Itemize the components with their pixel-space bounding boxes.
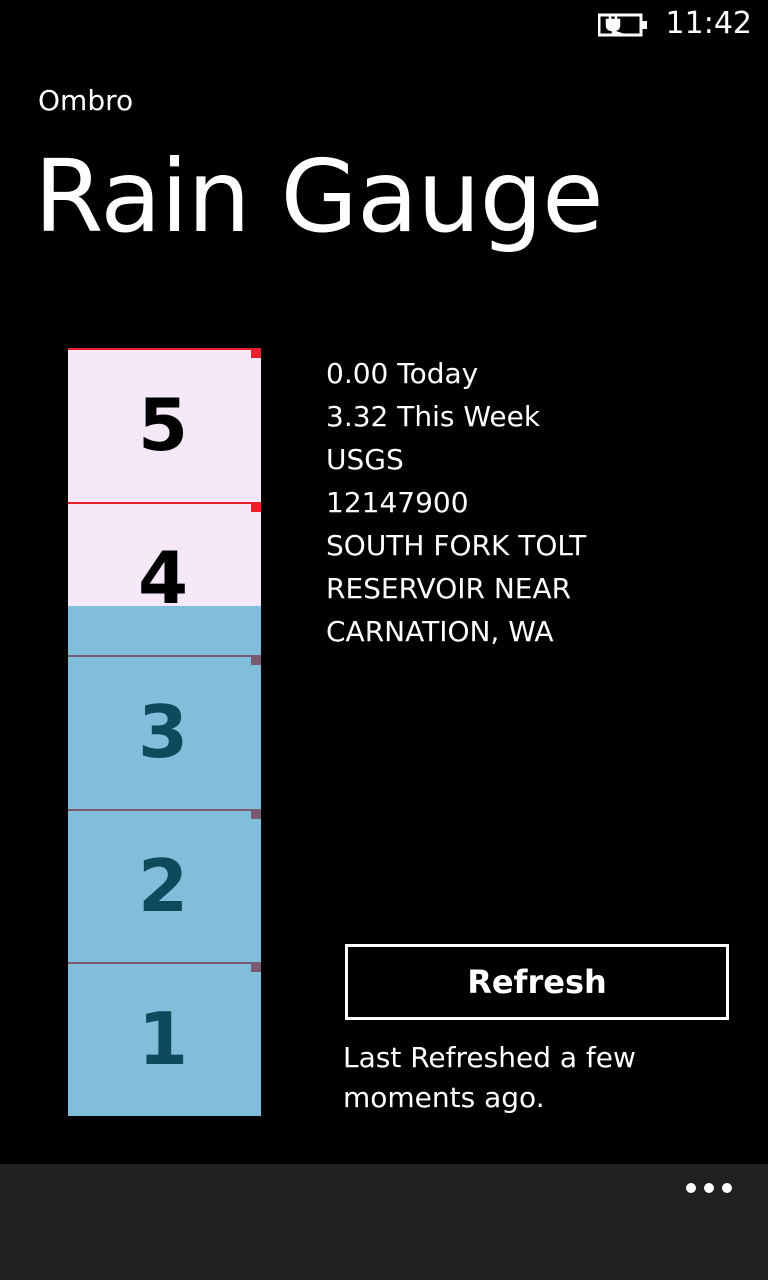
info-panel: 0.00 Today 3.32 This Week USGS 12147900 …	[326, 352, 746, 653]
last-refreshed-text: Last Refreshed a few moments ago.	[343, 1041, 636, 1114]
gauge-line-5	[68, 348, 261, 350]
app-title: Ombro	[38, 84, 134, 117]
gauge-line-3	[68, 655, 261, 658]
gauge-line-2	[68, 808, 261, 811]
gauge-line-4	[68, 501, 261, 504]
status-bar: 11:42	[0, 0, 768, 48]
site-name-line-1: SOUTH FORK TOLT	[326, 529, 587, 562]
gauge-label-5: 5	[137, 382, 189, 467]
app-bar	[0, 1164, 768, 1280]
rain-today: 0.00 Today	[326, 357, 479, 390]
site-name-line-2: RESERVOIR NEAR	[326, 572, 572, 605]
gauge-tick-1	[251, 962, 261, 973]
gauge-line-1	[68, 962, 261, 965]
page-title: Rain Gauge	[34, 138, 604, 255]
gauge-label-1: 1	[137, 997, 189, 1082]
gauge-tick-4	[251, 501, 261, 512]
gauge-label-3: 3	[137, 690, 189, 774]
battery-charging-icon	[598, 13, 647, 37]
site-id: 12147900	[326, 486, 469, 519]
gauge-label-4: 4	[137, 536, 189, 621]
agency: USGS	[326, 443, 404, 476]
gauge-tick-2	[251, 808, 261, 819]
rain-gauge: 5 4 3 2 1	[68, 348, 261, 1116]
rain-week: 3.32 This Week	[326, 400, 541, 433]
clock: 11:42	[665, 6, 752, 41]
refresh-button[interactable]: Refresh	[345, 944, 729, 1020]
site-name-line-3: CARNATION, WA	[326, 615, 554, 648]
gauge-tick-5	[251, 348, 261, 358]
gauge-label-2: 2	[137, 843, 189, 928]
gauge-tick-3	[251, 655, 261, 666]
more-dots-icon[interactable]	[686, 1182, 732, 1194]
